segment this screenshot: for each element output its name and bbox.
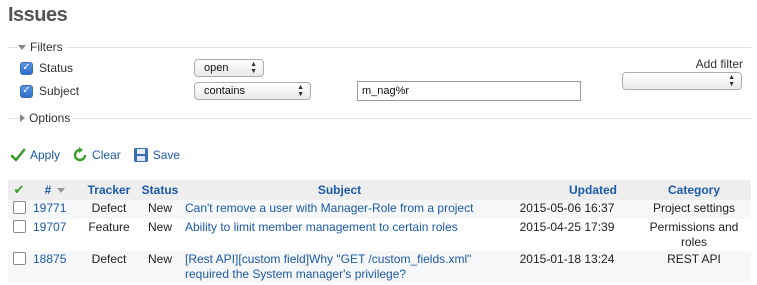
save-button[interactable]: Save [153, 148, 180, 162]
apply-button[interactable]: Apply [30, 148, 60, 162]
column-header-category[interactable]: Category [637, 180, 751, 200]
sort-desc-icon [57, 188, 66, 194]
issue-updated: 2015-01-18 13:24 [497, 251, 637, 283]
subject-filter-checkbox[interactable]: ✓ [20, 84, 33, 98]
column-header-subject[interactable]: Subject [182, 180, 497, 200]
issue-category: Project settings [637, 200, 751, 219]
column-header-status[interactable]: Status [138, 180, 182, 200]
subject-filter-label: Subject [39, 84, 80, 98]
status-filter-label: Status [39, 61, 74, 75]
table-header-row: ✔ # Tracker Status Subject Updated Categ… [8, 180, 751, 200]
table-row[interactable]: 19707 Feature New Ability to limit membe… [8, 219, 751, 251]
issue-updated: 2015-04-25 17:39 [519, 220, 615, 234]
options-legend[interactable]: Options [20, 111, 74, 125]
save-disk-icon [133, 148, 148, 162]
options-legend-label: Options [29, 111, 71, 125]
status-filter-checkbox[interactable]: ✓ [20, 61, 33, 75]
issue-subject-link[interactable]: Ability to limit member management to ce… [185, 220, 458, 234]
filters-legend-label: Filters [30, 40, 63, 54]
add-filter-label: Add filter [695, 57, 743, 71]
column-header-updated[interactable]: Updated [497, 180, 637, 200]
issue-id-link[interactable]: 18875 [33, 252, 66, 266]
issue-tracker: Defect [80, 200, 138, 219]
issue-tracker: Defect [80, 251, 138, 283]
issue-status: New [147, 220, 172, 234]
select-arrows-icon: ▲ ▼ [250, 61, 257, 75]
column-header-tracker[interactable]: Tracker [80, 180, 138, 200]
select-arrows-icon: ▲ ▼ [728, 74, 735, 88]
clear-button[interactable]: Clear [92, 148, 121, 162]
expand-icon [20, 114, 25, 122]
filters-legend[interactable]: Filters [18, 40, 66, 54]
issue-category: Permissions and roles [649, 220, 739, 249]
issue-id-link[interactable]: 19771 [33, 201, 66, 215]
issues-table: ✔ # Tracker Status Subject Updated Categ… [8, 180, 751, 283]
status-operator-select[interactable]: open ▲ ▼ [194, 59, 264, 77]
column-header-id[interactable]: # [30, 180, 80, 200]
issue-tracker: Feature [88, 220, 130, 234]
issue-category: REST API [637, 251, 751, 283]
table-row[interactable]: 18875 Defect New [Rest API][custom field… [8, 251, 751, 283]
options-divider [8, 118, 751, 119]
select-all-toggle[interactable]: ✔ [8, 180, 30, 200]
select-arrows-icon: ▲ ▼ [297, 84, 304, 98]
query-actions: Apply Clear Save [10, 147, 188, 163]
issue-subject-link[interactable]: Can't remove a user with Manager-Role fr… [185, 201, 473, 215]
filters-divider [8, 47, 751, 48]
table-row[interactable]: 19771 Defect New Can't remove a user wit… [8, 200, 751, 219]
filter-row-status: ✓ Status [20, 61, 73, 75]
apply-check-icon [10, 148, 26, 162]
issue-subject-link[interactable]: [Rest API][custom field]Why "GET /custom… [185, 252, 471, 281]
issue-updated: 2015-05-06 16:37 [497, 200, 637, 219]
filter-row-subject: ✓ Subject [20, 84, 79, 98]
row-checkbox[interactable] [12, 252, 26, 265]
collapse-icon [18, 44, 26, 50]
reload-icon [73, 147, 87, 162]
subject-filter-input[interactable]: m_nag%r [357, 81, 581, 101]
add-filter-select[interactable]: ▲ ▼ [622, 72, 742, 90]
issue-status: New [138, 251, 182, 283]
row-checkbox[interactable] [12, 201, 26, 214]
page-title: Issues [8, 4, 68, 26]
row-checkbox[interactable] [12, 220, 26, 233]
issue-id-link[interactable]: 19707 [33, 220, 66, 234]
subject-operator-select[interactable]: contains ▲ ▼ [194, 82, 311, 100]
issue-status: New [138, 200, 182, 219]
